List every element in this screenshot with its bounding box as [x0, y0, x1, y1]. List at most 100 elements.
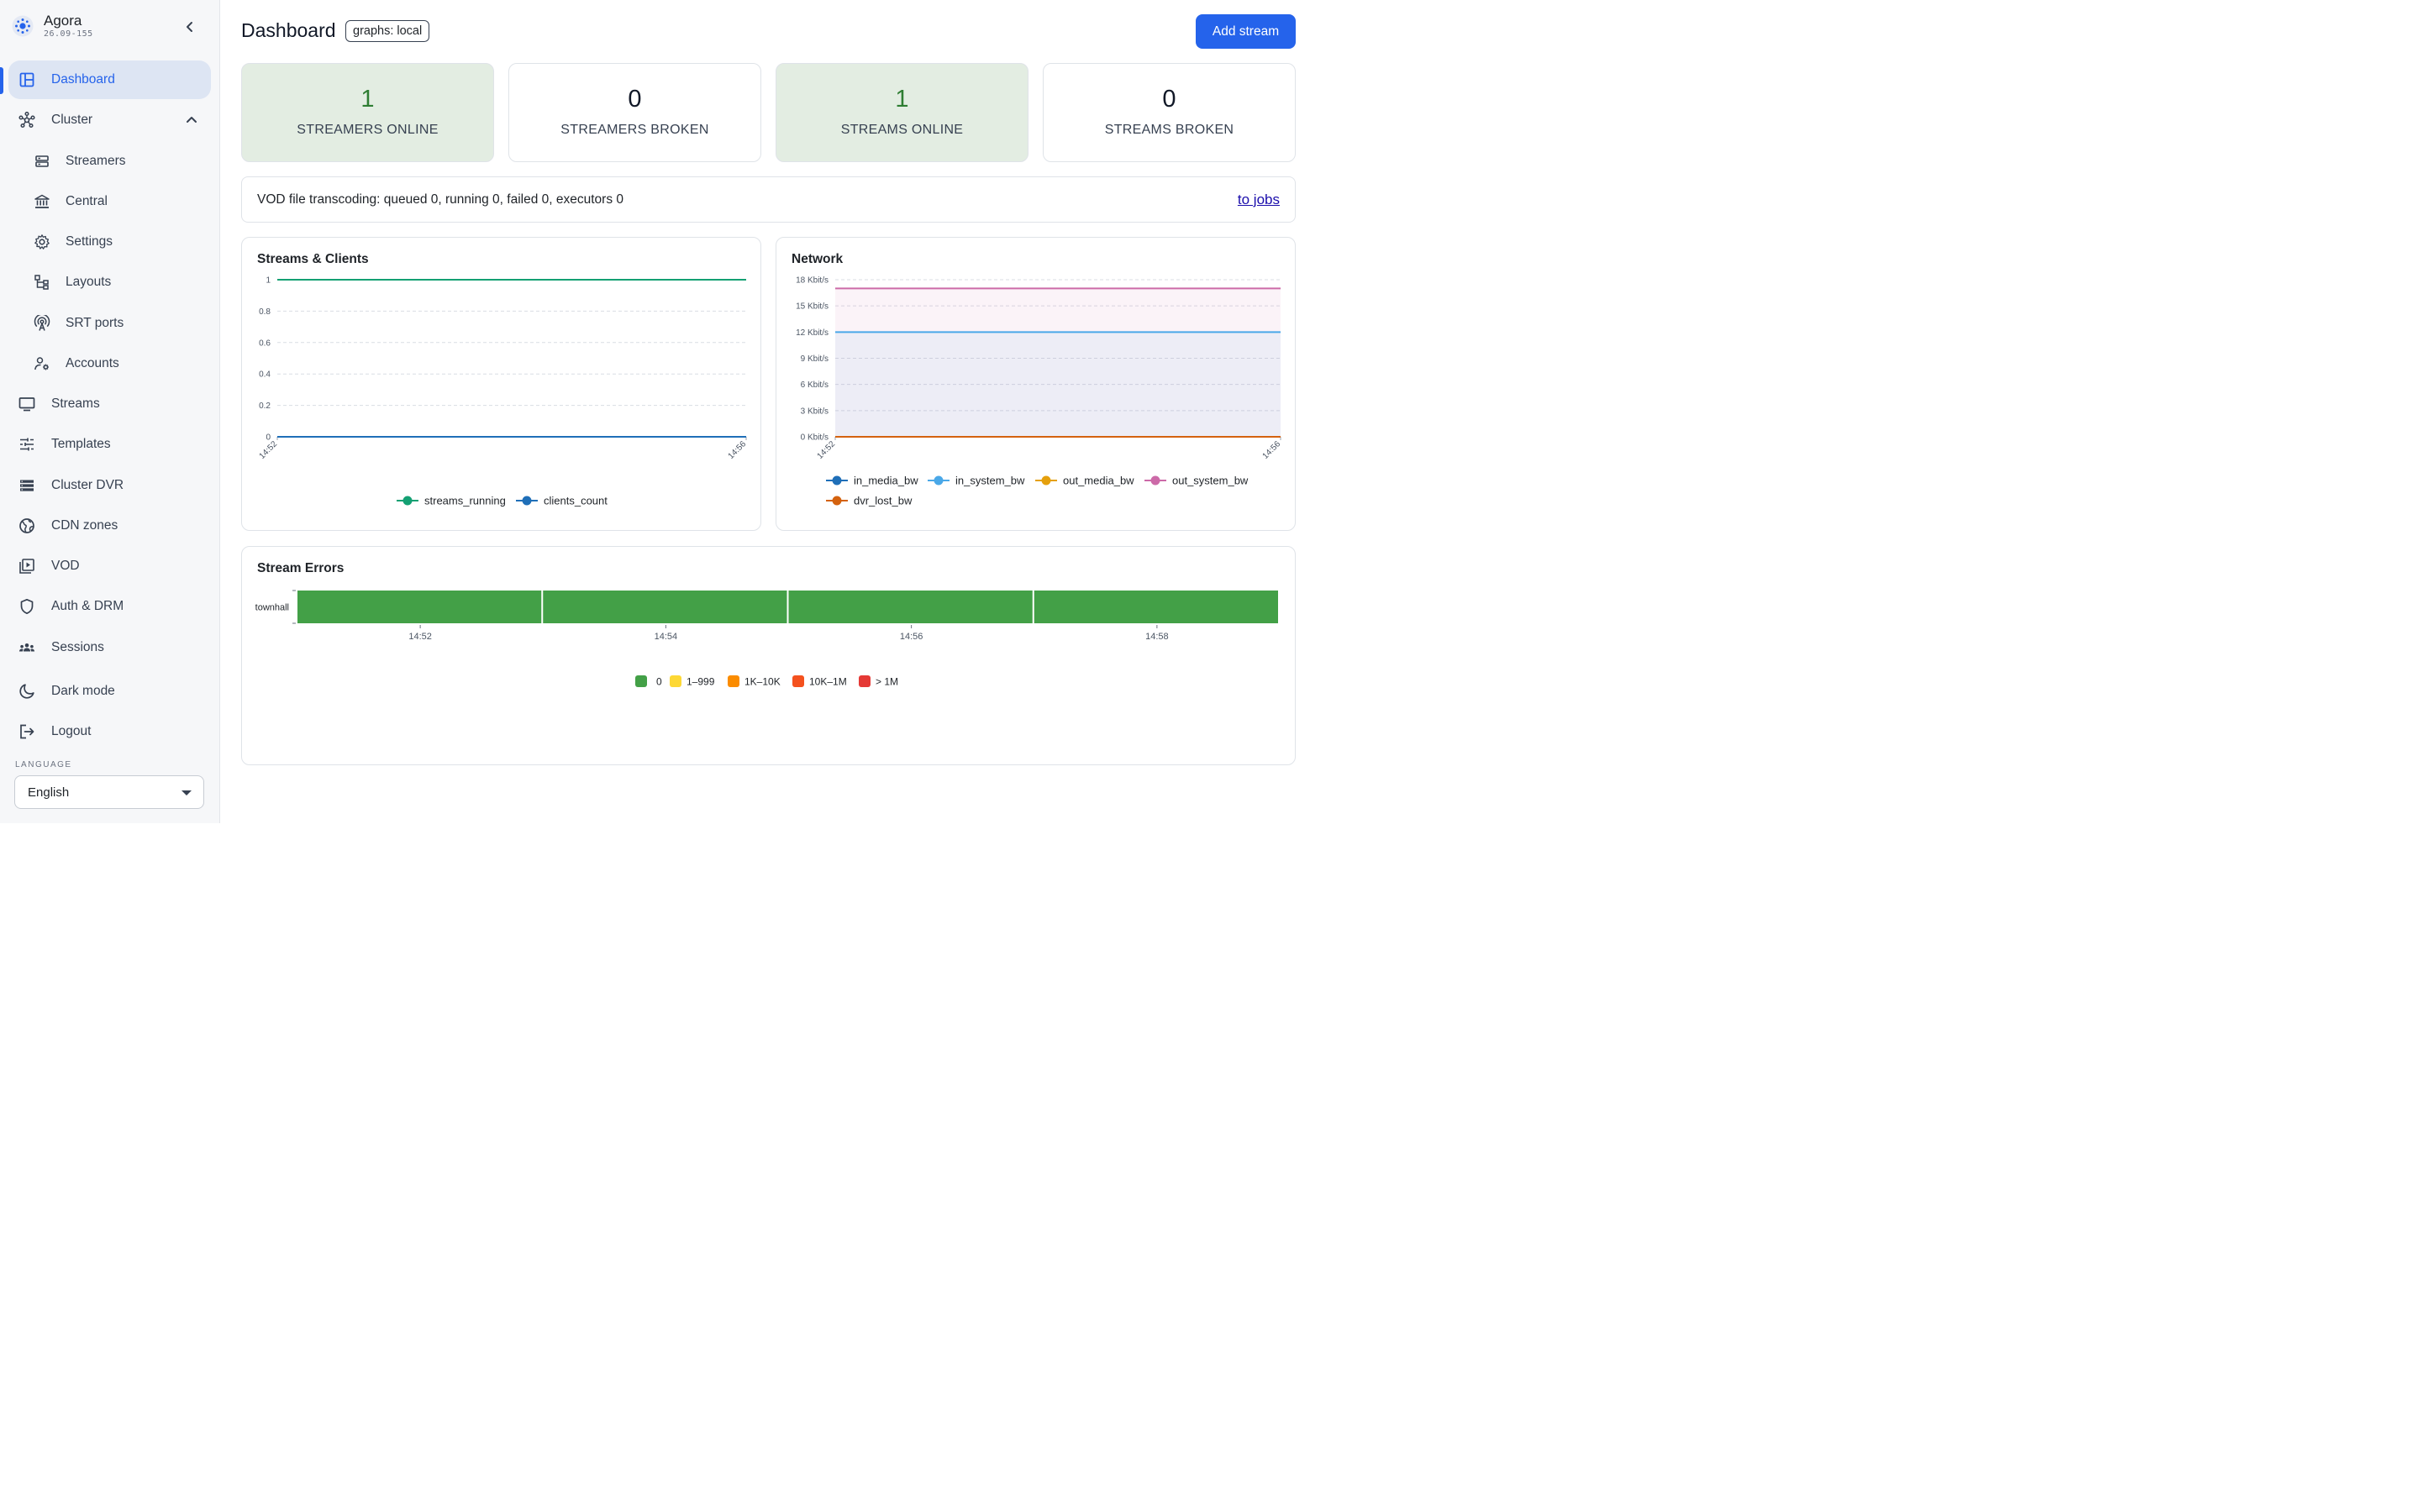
sidebar-item-accounts[interactable]: Accounts: [8, 344, 211, 383]
sidebar-item-auth-drm[interactable]: Auth & DRM: [8, 587, 211, 626]
gear-icon: [34, 234, 50, 250]
y-tick-label: 0.8: [259, 307, 271, 317]
sidebar-item-streamers[interactable]: Streamers: [8, 142, 211, 181]
dark-mode-toggle[interactable]: Dark mode: [8, 672, 211, 711]
collapse-sidebar-button[interactable]: [182, 18, 198, 35]
legend-label: 1K–10K: [744, 676, 781, 688]
x-tick-label: 14:56: [900, 632, 923, 642]
vod-status-text: VOD file transcoding: queued 0, running …: [257, 192, 623, 207]
app-name: Agora: [44, 13, 82, 29]
x-tick-label: 14:54: [655, 632, 678, 642]
sidebar-item-cluster-dvr[interactable]: Cluster DVR: [8, 466, 211, 505]
sidebar-item-cluster[interactable]: Cluster: [8, 101, 211, 139]
sidebar-item-label: VOD: [51, 559, 80, 573]
logout-button[interactable]: Logout: [8, 712, 211, 751]
vod-transcoding-status: VOD file transcoding: queued 0, running …: [241, 176, 1296, 223]
sidebar-item-label: Streamers: [66, 154, 126, 168]
sidebar-item-dashboard[interactable]: Dashboard: [8, 60, 211, 99]
sidebar-item-settings[interactable]: Settings: [8, 223, 211, 261]
legend-label: 10K–1M: [809, 676, 847, 688]
sidebar-item-label: Dashboard: [51, 72, 115, 87]
app-version: 26.09-155: [44, 29, 93, 39]
y-tick-label: 1: [266, 276, 271, 286]
bank-icon: [34, 193, 50, 210]
sidebar-item-label: Logout: [51, 724, 92, 738]
heatmap-cell: [1034, 591, 1278, 623]
sidebar-item-label: Auth & DRM: [51, 599, 124, 613]
monitor-icon: [18, 396, 35, 412]
language-select[interactable]: English: [14, 775, 204, 809]
legend-marker: [934, 475, 944, 486]
stat-label: STREAMS ONLINE: [840, 123, 964, 137]
sidebar-item-layouts[interactable]: Layouts: [8, 263, 211, 302]
network-chart: 0 Kbit/s 3 Kbit/s 6 Kbit/s 9 Kbit/s 12 Kbit/…: [796, 276, 1283, 507]
area-fill-in_system_bw: [835, 332, 1281, 437]
heatmap-cell: [543, 591, 787, 623]
sidebar: Agora 26.09-155 Dashboard Cluster Stream…: [0, 0, 220, 823]
x-tick-label: 14:58: [1145, 632, 1169, 642]
sidebar-item-label: Settings: [66, 234, 113, 249]
active-indicator: [0, 67, 3, 94]
to-jobs-link[interactable]: to jobs: [1238, 192, 1280, 208]
server-icon: [34, 153, 50, 170]
heatmap-cell: [297, 591, 542, 623]
y-tick-label: 3 Kbit/s: [801, 407, 829, 416]
legend-label: in_system_bw: [955, 475, 1025, 487]
heatmap-cell: [788, 591, 1033, 623]
dvr-icon: [18, 477, 35, 494]
dashboard-icon: [18, 71, 35, 88]
page-title: Dashboard: [241, 19, 336, 41]
shield-icon: [18, 598, 35, 615]
row-label: townhall: [255, 603, 289, 613]
accounts-icon: [34, 355, 50, 372]
sidebar-item-label: Cluster: [51, 113, 93, 127]
moon-icon: [18, 683, 35, 700]
stream-errors-chart: townhall 14:52 14:54 14:56 14:58 0 1–999 1K–10K…: [255, 590, 1278, 688]
legend-marker: [1041, 475, 1051, 486]
stat-label: STREAMS BROKEN: [1104, 123, 1234, 137]
logout-icon: [18, 723, 35, 740]
brand: Agora 26.09-155: [12, 12, 208, 42]
add-stream-button[interactable]: Add stream: [1196, 14, 1296, 49]
globe-icon: [18, 517, 35, 534]
legend-label: 1–999: [687, 676, 715, 688]
graphs-source-badge[interactable]: graphs: local: [345, 20, 430, 42]
stat-card-streams-broken: 0 STREAMS BROKEN: [1043, 63, 1296, 162]
cluster-icon: [18, 112, 35, 129]
sidebar-item-label: Sessions: [51, 640, 104, 654]
stat-value: 1: [895, 86, 909, 113]
stat-value: 0: [628, 86, 642, 113]
sidebar-item-sessions[interactable]: Sessions: [8, 628, 211, 667]
x-tick-label: 14:52: [408, 632, 432, 642]
sidebar-item-label: SRT ports: [66, 316, 124, 330]
y-tick-label: 0.6: [259, 339, 271, 348]
y-tick-label: 0.4: [259, 370, 271, 380]
antenna-icon: [34, 315, 50, 332]
sidebar-item-label: Templates: [51, 437, 111, 451]
sidebar-item-central[interactable]: Central: [8, 182, 211, 221]
sidebar-item-cdn-zones[interactable]: CDN zones: [8, 507, 211, 545]
sidebar-item-templates[interactable]: Templates: [8, 425, 211, 464]
legend-marker: [832, 475, 842, 486]
caret-down-icon: [182, 790, 192, 795]
sidebar-item-label: CDN zones: [51, 518, 118, 533]
sidebar-item-srt-ports[interactable]: SRT ports: [8, 304, 211, 343]
legend-marker: [1150, 475, 1160, 486]
legend-swatch: [859, 675, 871, 687]
x-tick-label: 14:52: [258, 439, 280, 461]
sidebar-item-vod[interactable]: VOD: [8, 547, 211, 585]
network-panel: Network 0 Kbit/s 3 Kbit/s 6 Kbit/s 9 Kbit/s…: [776, 237, 1296, 531]
chevron-up-icon: [187, 117, 197, 123]
legend-swatch: [670, 675, 681, 687]
legend-label: 0: [656, 676, 662, 688]
x-tick-label: 14:56: [1261, 439, 1283, 461]
y-tick-label: 0.2: [259, 402, 271, 411]
y-tick-label: 6 Kbit/s: [801, 381, 829, 390]
y-tick-label: 15 Kbit/s: [796, 302, 829, 312]
sidebar-item-label: Accounts: [66, 356, 119, 370]
stat-label: STREAMERS BROKEN: [560, 123, 709, 137]
layouts-icon: [34, 274, 50, 291]
streams-clients-chart: 00.20.40.60.8114:52 14:56streams_running c…: [258, 276, 749, 507]
streams-clients-panel: Streams & Clients 0 0.2 0.4 0.6 0.8 1 14:52 14:…: [241, 237, 761, 531]
sidebar-item-streams[interactable]: Streams: [8, 385, 211, 423]
